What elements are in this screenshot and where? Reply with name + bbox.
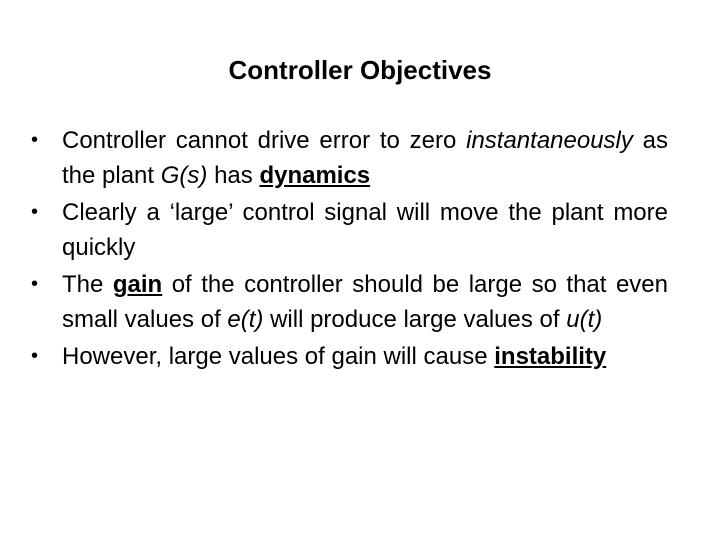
bullet-icon: • [31, 345, 39, 367]
bullet-text-segment: Clearly a ‘large’ control signal will mo… [62, 199, 668, 261]
bullet-item: • Clearly a ‘large’ control signal will … [30, 195, 668, 265]
bullet-icon: • [31, 273, 39, 295]
bullet-text-segment: will produce large values of [263, 306, 567, 333]
bullet-text-emphasis: instability [494, 343, 607, 370]
bullet-text-italic: e(t) [227, 306, 264, 333]
bullet-text-segment: Controller cannot drive error to zero [62, 127, 467, 154]
bullet-text-emphasis: gain [112, 271, 163, 298]
bullet-text-segment: The [62, 271, 113, 298]
bullet-icon: • [31, 129, 39, 151]
slide-title: Controller Objectives [228, 55, 492, 85]
bullet-text-italic: u(t) [566, 306, 603, 333]
bullet-text-italic: G(s) [160, 162, 208, 189]
bullet-text-segment: has [207, 162, 260, 189]
bullet-list: • Controller cannot drive error to zero … [30, 123, 668, 376]
bullet-item: • The gain of the controller should be l… [30, 267, 668, 337]
bullet-item: • Controller cannot drive error to zero … [30, 123, 668, 193]
bullet-text-segment: However, large values of gain will cause [62, 343, 495, 370]
bullet-icon: • [31, 201, 39, 223]
bullet-text-emphasis: dynamics [259, 162, 371, 189]
bullet-text-italic: instantaneously [466, 127, 633, 154]
bullet-item: • However, large values of gain will cau… [30, 339, 668, 374]
